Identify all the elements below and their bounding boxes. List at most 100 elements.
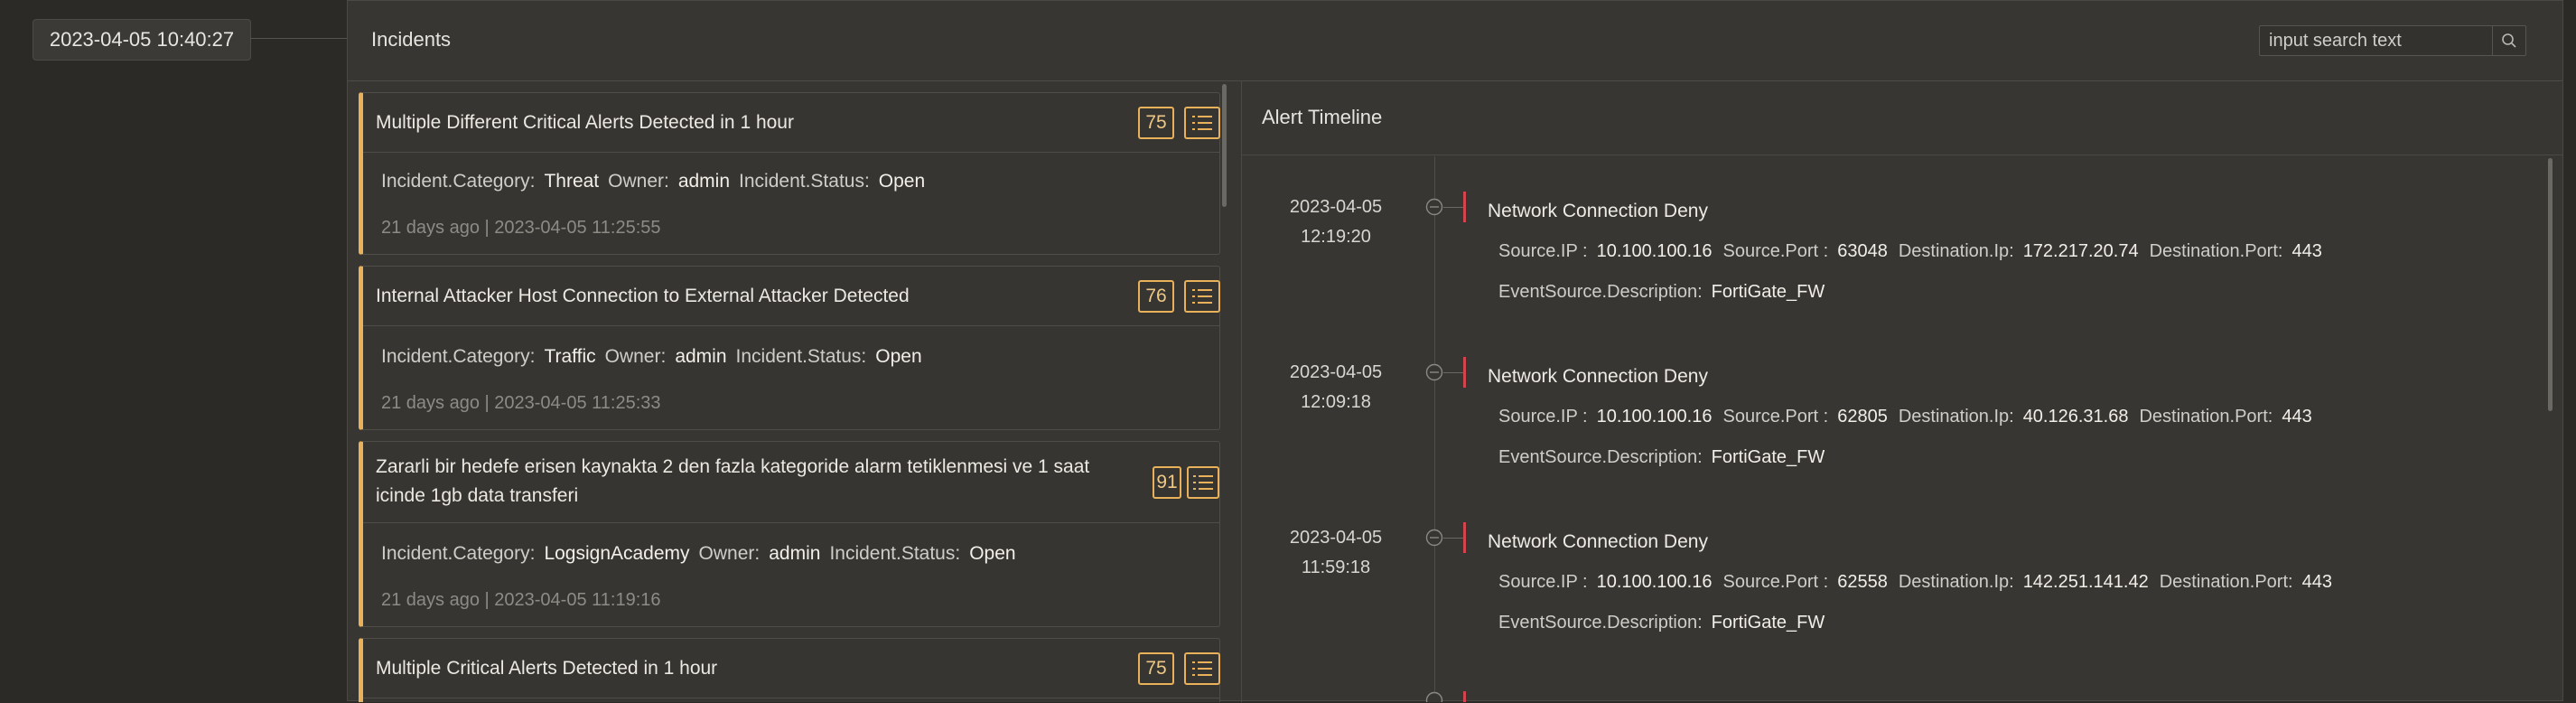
event-source-label: EventSource.Description: <box>1498 613 1703 633</box>
event-source-details: EventSource.Description: FortiGate_FW <box>1498 282 1835 303</box>
incident-list[interactable]: Multiple Different Critical Alerts Detec… <box>348 80 1229 702</box>
list-icon <box>1192 116 1212 130</box>
incident-title[interactable]: Internal Attacker Host Connection to Ext… <box>376 282 910 311</box>
event-date-time: 12:19:20 <box>1301 227 1371 247</box>
category-value: Threat <box>544 171 600 192</box>
incident-card[interactable]: Zararli bir hedefe erisen kaynakta 2 den… <box>359 441 1220 627</box>
status-value: Open <box>878 171 926 192</box>
incident-details-button[interactable] <box>1184 652 1220 685</box>
source-ip-label: Source.IP : <box>1498 241 1588 261</box>
source-ip-value: 10.100.100.16 <box>1596 241 1713 261</box>
incident-meta: Incident.Category: LogsignAcademy Owner: ad… <box>381 543 1025 565</box>
list-icon <box>1192 661 1212 676</box>
incident-card-header: Zararli bir hedefe erisen kaynakta 2 den… <box>363 442 1219 523</box>
status-value: Open <box>969 543 1016 564</box>
incident-title[interactable]: Multiple Critical Alerts Detected in 1 h… <box>376 654 717 683</box>
incidents-panel: Incidents Multiple Different Critical Al… <box>347 0 2563 702</box>
category-label: Incident.Category: <box>381 346 536 367</box>
search-icon <box>2502 33 2516 48</box>
incident-title-line: icinde 1gb data transferi <box>376 485 579 506</box>
owner-value: admin <box>769 543 821 564</box>
incident-card[interactable]: Internal Attacker Host Connection to Ext… <box>359 266 1220 430</box>
dest-ip-label: Destination.Ip: <box>1898 572 2014 592</box>
category-label: Incident.Category: <box>381 543 536 564</box>
category-label: Incident.Category: <box>381 171 536 192</box>
incident-card[interactable]: Multiple Critical Alerts Detected in 1 h… <box>359 638 1220 702</box>
incident-list-scrollbar[interactable] <box>1222 84 1227 207</box>
timeline-connector <box>1443 538 1463 539</box>
event-source-value: FortiGate_FW <box>1711 447 1825 467</box>
incident-details-button[interactable] <box>1184 280 1220 313</box>
dest-port-label: Destination.Port: <box>2149 241 2283 261</box>
event-date-time: 11:59:18 <box>1301 558 1371 577</box>
event-date-day: 2023-04-05 <box>1289 197 1383 217</box>
dest-ip-label: Destination.Ip: <box>1898 241 2014 261</box>
source-port-value: 62805 <box>1837 407 1888 426</box>
status-label: Incident.Status: <box>829 543 961 564</box>
incident-card[interactable]: Multiple Different Critical Alerts Detec… <box>359 92 1220 255</box>
source-ip-value: 10.100.100.16 <box>1596 407 1713 426</box>
panel-header: Incidents <box>348 1 2562 81</box>
event-source-label: EventSource.Description: <box>1498 447 1703 467</box>
timeline-node-icon <box>1425 691 1443 702</box>
severity-marker <box>1463 192 1466 222</box>
severity-marker <box>1463 357 1466 388</box>
incident-title[interactable]: Multiple Different Critical Alerts Detec… <box>376 108 794 137</box>
incident-details-button[interactable] <box>1184 107 1220 139</box>
incident-score-badge: 75 <box>1138 107 1174 139</box>
status-value: Open <box>875 346 922 367</box>
search-input[interactable] <box>2260 26 2493 55</box>
event-title[interactable]: Network Connection Deny <box>1488 366 1708 388</box>
incident-title-line: Zararli bir hedefe erisen kaynakta 2 den… <box>376 456 1090 477</box>
event-date: 2023-04-05 11:59:18 <box>1285 523 1386 583</box>
connector-line <box>250 38 347 39</box>
timeline-node-icon <box>1425 529 1443 547</box>
incident-meta: Incident.Category: Traffic Owner: admin Inci… <box>381 346 931 368</box>
list-icon <box>1192 289 1212 304</box>
category-value: LogsignAcademy <box>544 543 690 564</box>
timeline-node-icon <box>1425 363 1443 381</box>
incident-card-header: Multiple Different Critical Alerts Detec… <box>363 93 1220 153</box>
timeline-scrollbar[interactable] <box>2548 158 2553 411</box>
incident-meta: Incident.Category: Threat Owner: admin Incid… <box>381 171 934 192</box>
dest-port-value: 443 <box>2282 407 2312 426</box>
date-badge: 2023-04-05 10:40:27 <box>33 19 251 61</box>
owner-label: Owner: <box>604 346 667 367</box>
event-date-day: 2023-04-05 <box>1289 528 1383 548</box>
source-port-label: Source.Port : <box>1722 572 1829 592</box>
event-source-details: EventSource.Description: FortiGate_FW <box>1498 613 1835 633</box>
timeline-connector <box>1443 207 1463 208</box>
incident-time: 21 days ago | 2023-04-05 11:19:16 <box>381 590 661 610</box>
dest-ip-value: 142.251.141.42 <box>2022 572 2149 592</box>
severity-marker <box>1463 522 1466 553</box>
event-date-time: 12:09:18 <box>1301 392 1371 412</box>
event-source-value: FortiGate_FW <box>1711 282 1825 302</box>
timeline-node-icon <box>1425 198 1443 216</box>
status-label: Incident.Status: <box>735 346 867 367</box>
panel-title: Incidents <box>371 28 452 51</box>
search-button[interactable] <box>2492 26 2525 55</box>
status-label: Incident.Status: <box>739 171 870 192</box>
search-box <box>2259 25 2526 56</box>
incident-score-badge: 76 <box>1138 280 1174 313</box>
event-network-details: Source.IP : 10.100.100.16 Source.Port : 630… <box>1498 241 2333 262</box>
timeline-title: Alert Timeline <box>1262 106 1383 128</box>
incident-score-badge: 91 <box>1153 466 1181 499</box>
incident-details-button[interactable] <box>1187 466 1219 499</box>
event-title[interactable]: Network Connection Deny <box>1488 201 1708 222</box>
event-date-day: 2023-04-05 <box>1289 362 1383 382</box>
event-title[interactable]: Network Connection Deny <box>1488 531 1708 553</box>
dest-port-label: Destination.Port: <box>2139 407 2273 426</box>
event-network-details: Source.IP : 10.100.100.16 Source.Port : 625… <box>1498 572 2343 593</box>
incident-time: 21 days ago | 2023-04-05 11:25:55 <box>381 218 661 238</box>
event-source-label: EventSource.Description: <box>1498 282 1703 302</box>
dest-ip-value: 40.126.31.68 <box>2022 407 2129 426</box>
incident-title[interactable]: Zararli bir hedefe erisen kaynakta 2 den… <box>376 453 1089 511</box>
timeline-connector <box>1443 372 1463 373</box>
dest-port-label: Destination.Port: <box>2159 572 2293 592</box>
incident-score-badge: 75 <box>1138 652 1174 685</box>
owner-label: Owner: <box>698 543 761 564</box>
event-network-details: Source.IP : 10.100.100.16 Source.Port : 628… <box>1498 407 2323 427</box>
category-value: Traffic <box>544 346 596 367</box>
dest-port-value: 443 <box>2291 241 2322 261</box>
